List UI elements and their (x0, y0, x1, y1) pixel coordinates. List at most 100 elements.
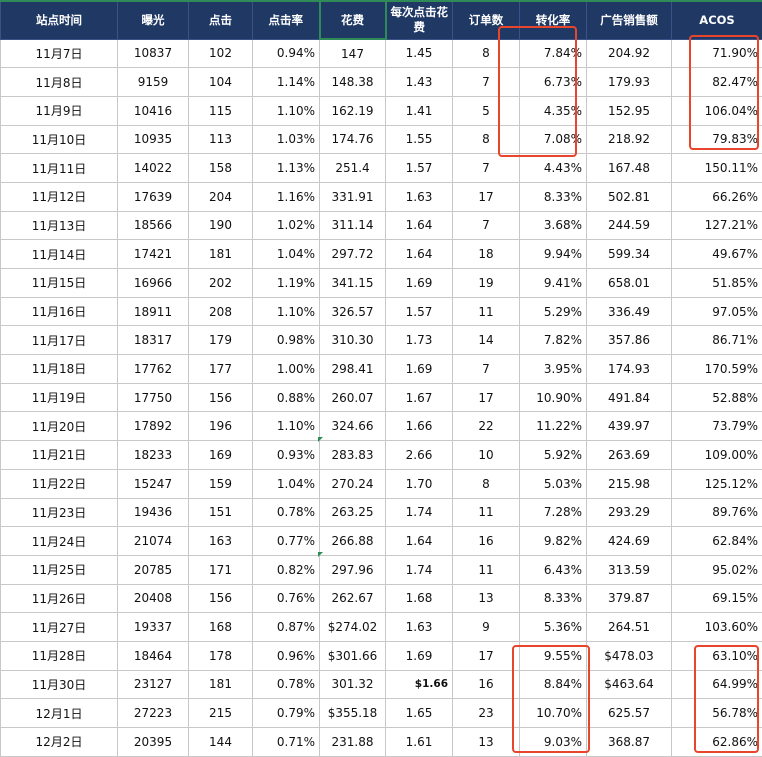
cell-ctr[interactable]: 1.13% (253, 154, 320, 183)
cell-impressions[interactable]: 20785 (118, 555, 189, 584)
cell-spend[interactable]: 301.32 (320, 670, 386, 699)
cell-conversion[interactable]: 7.08% (520, 125, 587, 154)
cell-acos[interactable]: 95.02% (672, 555, 762, 584)
cell-ad-sales[interactable]: 424.69 (587, 527, 672, 556)
cell-clicks[interactable]: 171 (189, 555, 253, 584)
cell-ad-sales[interactable]: 658.01 (587, 269, 672, 298)
header-cell-impressions[interactable]: 曝光 (118, 1, 189, 39)
cell-acos[interactable]: 71.90% (672, 39, 762, 68)
cell-acos[interactable]: 52.88% (672, 383, 762, 412)
header-cell-cpc[interactable]: 每次点击花费 (386, 1, 453, 39)
cell-ad-sales[interactable]: 599.34 (587, 240, 672, 269)
cell-date[interactable]: 12月1日 (1, 699, 118, 728)
cell-cpc[interactable]: 1.55 (386, 125, 453, 154)
cell-orders[interactable]: 7 (453, 355, 520, 384)
cell-ctr[interactable]: 1.00% (253, 355, 320, 384)
cell-spend[interactable]: 147 (320, 39, 386, 68)
cell-cpc[interactable]: 1.69 (386, 641, 453, 670)
cell-conversion[interactable]: 9.82% (520, 527, 587, 556)
cell-impressions[interactable]: 16966 (118, 269, 189, 298)
cell-ctr[interactable]: 0.88% (253, 383, 320, 412)
cell-cpc[interactable]: 1.45 (386, 39, 453, 68)
cell-ctr[interactable]: 0.93% (253, 441, 320, 470)
cell-date[interactable]: 11月19日 (1, 383, 118, 412)
cell-clicks[interactable]: 144 (189, 728, 253, 757)
cell-cpc[interactable]: 1.57 (386, 154, 453, 183)
cell-date[interactable]: 11月9日 (1, 96, 118, 125)
cell-impressions[interactable]: 17421 (118, 240, 189, 269)
cell-conversion[interactable]: 10.90% (520, 383, 587, 412)
cell-cpc[interactable]: 2.66 (386, 441, 453, 470)
cell-orders[interactable]: 8 (453, 125, 520, 154)
cell-date[interactable]: 11月21日 (1, 441, 118, 470)
cell-acos[interactable]: 89.76% (672, 498, 762, 527)
cell-impressions[interactable]: 17762 (118, 355, 189, 384)
cell-date[interactable]: 11月10日 (1, 125, 118, 154)
cell-ctr[interactable]: 0.77% (253, 527, 320, 556)
cell-spend[interactable]: 298.41 (320, 355, 386, 384)
cell-conversion[interactable]: 10.70% (520, 699, 587, 728)
cell-cpc[interactable]: 1.66 (386, 412, 453, 441)
cell-ad-sales[interactable]: 357.86 (587, 326, 672, 355)
cell-impressions[interactable]: 19337 (118, 613, 189, 642)
cell-ctr[interactable]: 1.16% (253, 182, 320, 211)
cell-orders[interactable]: 13 (453, 728, 520, 757)
cell-orders[interactable]: 17 (453, 182, 520, 211)
cell-impressions[interactable]: 17892 (118, 412, 189, 441)
cell-impressions[interactable]: 21074 (118, 527, 189, 556)
cell-impressions[interactable]: 18317 (118, 326, 189, 355)
cell-orders[interactable]: 17 (453, 383, 520, 412)
cell-conversion[interactable]: 8.33% (520, 182, 587, 211)
cell-conversion[interactable]: 7.82% (520, 326, 587, 355)
cell-spend[interactable]: $274.02 (320, 613, 386, 642)
cell-ctr[interactable]: 1.19% (253, 269, 320, 298)
cell-ad-sales[interactable]: 368.87 (587, 728, 672, 757)
cell-conversion[interactable]: 9.03% (520, 728, 587, 757)
cell-spend[interactable]: 326.57 (320, 297, 386, 326)
cell-ctr[interactable]: 1.10% (253, 96, 320, 125)
cell-date[interactable]: 11月17日 (1, 326, 118, 355)
cell-impressions[interactable]: 23127 (118, 670, 189, 699)
cell-orders[interactable]: 11 (453, 498, 520, 527)
header-cell-orders[interactable]: 订单数 (453, 1, 520, 39)
cell-date[interactable]: 11月8日 (1, 68, 118, 97)
cell-spend[interactable]: 310.30 (320, 326, 386, 355)
cell-impressions[interactable]: 18566 (118, 211, 189, 240)
cell-clicks[interactable]: 204 (189, 182, 253, 211)
cell-cpc[interactable]: 1.64 (386, 211, 453, 240)
cell-conversion[interactable]: 6.73% (520, 68, 587, 97)
cell-ctr[interactable]: 1.10% (253, 297, 320, 326)
cell-spend[interactable]: 297.96 (320, 555, 386, 584)
cell-impressions[interactable]: 10935 (118, 125, 189, 154)
cell-conversion[interactable]: 3.95% (520, 355, 587, 384)
cell-spend[interactable]: 263.25 (320, 498, 386, 527)
cell-clicks[interactable]: 151 (189, 498, 253, 527)
cell-orders[interactable]: 10 (453, 441, 520, 470)
cell-ad-sales[interactable]: $463.64 (587, 670, 672, 699)
cell-spend[interactable]: $355.18 (320, 699, 386, 728)
cell-cpc[interactable]: 1.68 (386, 584, 453, 613)
cell-acos[interactable]: 62.86% (672, 728, 762, 757)
cell-date[interactable]: 11月14日 (1, 240, 118, 269)
cell-conversion[interactable]: 9.41% (520, 269, 587, 298)
cell-orders[interactable]: 17 (453, 641, 520, 670)
cell-clicks[interactable]: 113 (189, 125, 253, 154)
cell-clicks[interactable]: 156 (189, 584, 253, 613)
cell-date[interactable]: 11月25日 (1, 555, 118, 584)
cell-impressions[interactable]: 17639 (118, 182, 189, 211)
cell-conversion[interactable]: 8.33% (520, 584, 587, 613)
cell-impressions[interactable]: 17750 (118, 383, 189, 412)
cell-impressions[interactable]: 14022 (118, 154, 189, 183)
cell-cpc[interactable]: 1.65 (386, 699, 453, 728)
cell-spend[interactable]: 251.4 (320, 154, 386, 183)
header-cell-acos[interactable]: ACOS (672, 1, 762, 39)
cell-conversion[interactable]: 5.03% (520, 469, 587, 498)
cell-acos[interactable]: 51.85% (672, 269, 762, 298)
cell-cpc[interactable]: 1.63 (386, 182, 453, 211)
cell-conversion[interactable]: 8.84% (520, 670, 587, 699)
header-cell-ctr[interactable]: 点击率 (253, 1, 320, 39)
cell-ctr[interactable]: 1.03% (253, 125, 320, 154)
header-cell-date[interactable]: 站点时间 (1, 1, 118, 39)
cell-acos[interactable]: 127.21% (672, 211, 762, 240)
cell-clicks[interactable]: 168 (189, 613, 253, 642)
